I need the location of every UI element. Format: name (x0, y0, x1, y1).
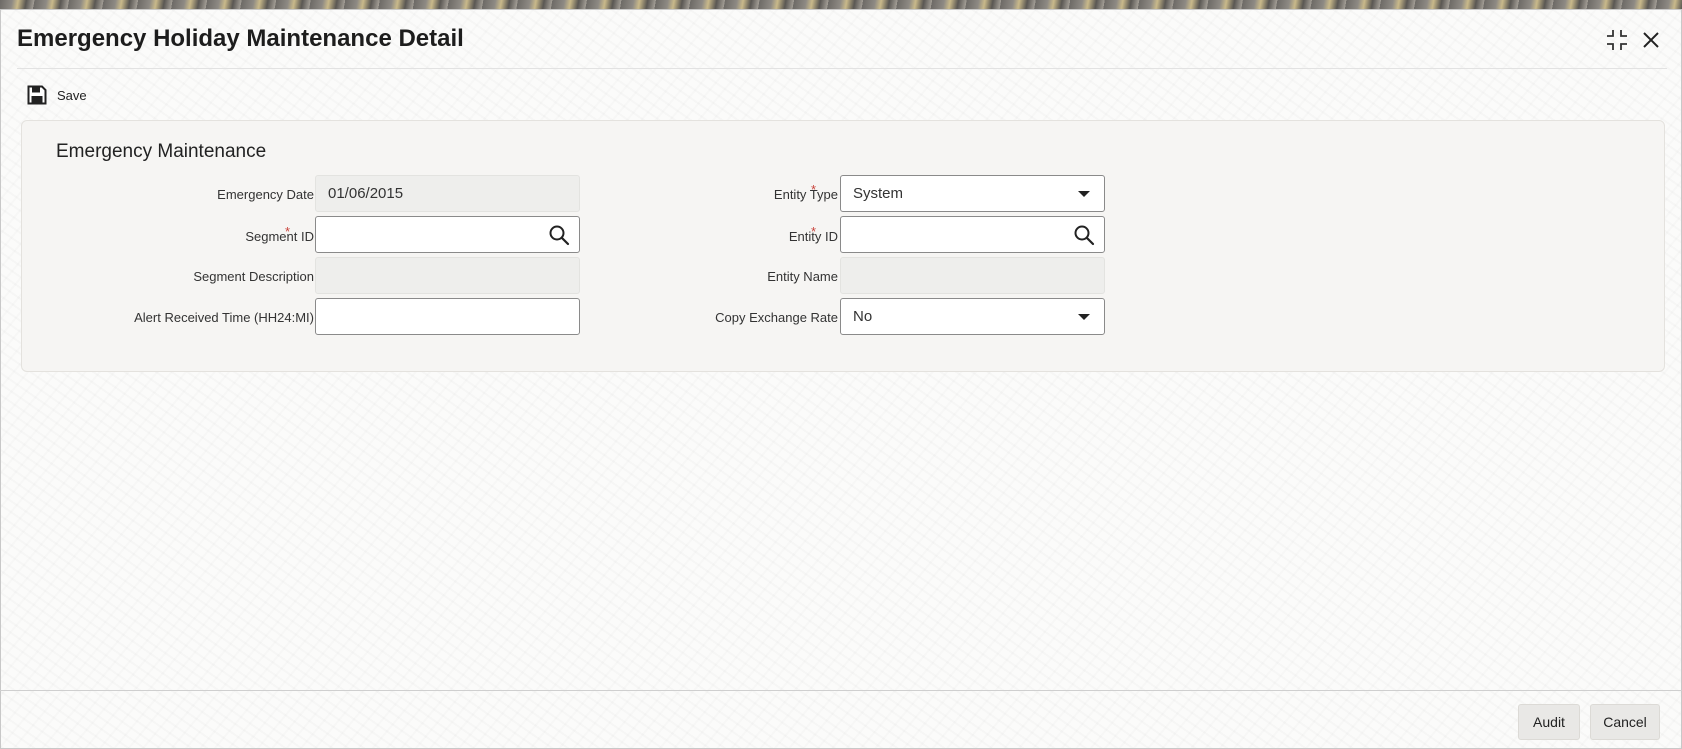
segment-id-input[interactable] (328, 217, 543, 252)
page-title: Emergency Holiday Maintenance Detail (17, 25, 464, 52)
alert-received-time-field (315, 298, 580, 335)
segment-description-field (315, 257, 580, 294)
detail-window: Emergency Holiday Maintenance Detail Sav… (0, 9, 1682, 749)
entity-name-label: Entity Name (767, 269, 838, 284)
title-divider (17, 68, 1667, 69)
copy-exchange-rate-selected-value: No (853, 308, 873, 325)
audit-button[interactable]: Audit (1518, 704, 1580, 740)
entity-type-selected-value: System (853, 185, 904, 202)
segment-id-field (315, 216, 580, 253)
copy-exchange-rate-select[interactable]: No (840, 298, 1105, 335)
segment-id-search-button[interactable] (548, 224, 570, 246)
entity-type-select[interactable]: System (840, 175, 1105, 212)
entity-id-field (840, 216, 1105, 253)
segment-id-required-mark: * (285, 224, 291, 239)
entity-type-label: Entity Type (773, 187, 838, 202)
chevron-down-icon (1078, 190, 1090, 197)
copy-exchange-rate-label: Copy Exchange Rate (715, 310, 838, 325)
save-button[interactable]: Save (27, 82, 87, 108)
entity-id-required-mark: * (811, 224, 817, 239)
save-icon (27, 85, 47, 105)
alert-received-time-input[interactable] (328, 299, 543, 334)
top-banner (0, 0, 1682, 9)
close-button[interactable] (1637, 26, 1665, 54)
segment-id-label: Segment ID (245, 229, 314, 244)
emergency-date-label: Emergency Date (217, 187, 314, 202)
save-button-label: Save (57, 87, 87, 103)
entity-id-search-button[interactable] (1073, 224, 1095, 246)
segment-description-label: Segment Description (193, 269, 314, 284)
chevron-down-icon (1078, 313, 1090, 320)
entity-id-input[interactable] (853, 217, 1068, 252)
footer-divider (0, 690, 1682, 691)
maximize-button[interactable] (1603, 26, 1631, 54)
alert-received-time-label: Alert Received Time (HH24:MI) (134, 310, 314, 325)
search-icon (549, 225, 570, 246)
emergency-date-field: 01/06/2015 (315, 175, 580, 212)
entity-name-field (840, 257, 1105, 294)
emergency-maintenance-panel: Emergency Maintenance Emergency Date 01/… (21, 120, 1665, 372)
section-title: Emergency Maintenance (56, 141, 267, 162)
cancel-button[interactable]: Cancel (1590, 704, 1660, 740)
close-icon (1643, 32, 1659, 48)
maximize-icon (1607, 30, 1627, 50)
entity-type-required-mark: * (811, 182, 817, 197)
search-icon (1074, 225, 1095, 246)
